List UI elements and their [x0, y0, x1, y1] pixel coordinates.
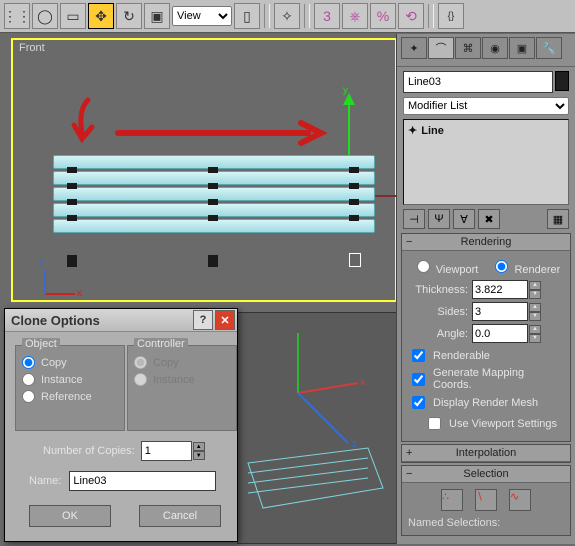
close-button[interactable]: ✕	[215, 310, 235, 330]
group-controller: Controller Copy Instance	[127, 345, 237, 431]
sides-input[interactable]	[472, 302, 528, 321]
annotation-arrow-right-icon	[113, 118, 328, 148]
tool-manip-icon[interactable]: ✧	[274, 3, 300, 29]
tab-utilities-icon[interactable]: 🔧	[536, 37, 562, 59]
radio-reference[interactable]: Reference	[22, 390, 118, 403]
gizmo-y-axis-icon[interactable]	[348, 95, 350, 160]
toolbar-separator	[264, 4, 270, 28]
chk-genmap[interactable]: Generate Mapping Coords.	[408, 367, 564, 391]
chk-useview[interactable]: Use Viewport Settings	[408, 414, 564, 433]
stack-expand-icon[interactable]: ✦	[408, 125, 417, 137]
axis-tripod-icon	[37, 268, 81, 300]
tool-rotate-icon[interactable]: ↻	[116, 3, 142, 29]
num-copies-input[interactable]	[141, 441, 192, 461]
sides-spinner[interactable]: ▲▼	[529, 303, 541, 321]
tab-modify-icon[interactable]: ⌒	[428, 37, 454, 59]
angle-snap-icon[interactable]: ⎈	[342, 3, 368, 29]
rollout-rendering-header[interactable]: −Rendering	[402, 234, 570, 251]
object-color-swatch[interactable]	[555, 71, 569, 91]
stack-item-line[interactable]: Line	[421, 125, 444, 137]
tab-motion-icon[interactable]: ◉	[482, 37, 508, 59]
name-label: Name:	[29, 475, 61, 487]
axis-z-label: z	[39, 258, 44, 269]
modifier-list-dropdown[interactable]: Modifier List	[403, 97, 569, 115]
sides-label: Sides:	[408, 306, 468, 318]
main-toolbar: ⋮⋮ ◯ ▭ ✥ ↻ ▣ View ▯ ✧ 3 ⎈ % ⟲ {}	[0, 0, 575, 33]
angle-spinner[interactable]: ▲▼	[529, 325, 541, 343]
tab-display-icon[interactable]: ▣	[509, 37, 535, 59]
snap-toggle-icon[interactable]: 3	[314, 3, 340, 29]
configure-sets-icon[interactable]: ▦	[547, 209, 569, 229]
tool-rect-icon[interactable]: ▭	[60, 3, 86, 29]
group-object-label: Object	[22, 338, 60, 350]
rollout-selection: −Selection ∴ ∖ ∿ Named Selections:	[401, 465, 571, 536]
object-name-input[interactable]	[403, 71, 553, 93]
svg-text:z: z	[352, 439, 357, 450]
clone-name-input[interactable]	[69, 471, 216, 491]
tool-select-icon[interactable]: ◯	[32, 3, 58, 29]
radio-viewport[interactable]: Viewport	[412, 257, 479, 276]
rollout-interpolation: +Interpolation	[401, 444, 571, 463]
percent-snap-icon[interactable]: %	[370, 3, 396, 29]
show-end-icon[interactable]: Ψ	[428, 209, 450, 229]
num-copies-spinner[interactable]: ▲▼	[193, 442, 205, 460]
num-copies-label: Number of Copies:	[43, 445, 135, 457]
toolbar-separator	[428, 4, 434, 28]
thickness-input[interactable]	[472, 280, 528, 299]
ok-button[interactable]: OK	[29, 505, 111, 527]
svg-text:x: x	[360, 377, 365, 388]
sel-spline-icon[interactable]: ∿	[509, 489, 531, 511]
chk-renderable[interactable]: Renderable	[408, 346, 564, 365]
angle-input[interactable]	[472, 324, 528, 343]
radio-copy[interactable]: Copy	[22, 356, 118, 369]
angle-label: Angle:	[408, 328, 468, 340]
tab-hierarchy-icon[interactable]: ⌘	[455, 37, 481, 59]
stack-toolbar: ⊣ Ψ ∀ ✖ ▦	[403, 209, 569, 229]
tool-scale-icon[interactable]: ▣	[144, 3, 170, 29]
help-button[interactable]: ?	[193, 310, 213, 330]
tool-center-icon[interactable]: ▯	[234, 3, 260, 29]
command-panel-tabs: ✦ ⌒ ⌘ ◉ ▣ 🔧	[397, 34, 575, 67]
dialog-titlebar[interactable]: Clone Options ? ✕	[5, 309, 237, 332]
viewport-label: Front	[19, 42, 45, 54]
viewport-perspective[interactable]: x z	[237, 312, 397, 544]
tool-move-icon[interactable]: ✥	[88, 3, 114, 29]
axis-x-label: x	[77, 288, 82, 299]
cancel-button[interactable]: Cancel	[139, 505, 221, 527]
sel-vertex-icon[interactable]: ∴	[441, 489, 463, 511]
gizmo-y-label: y	[343, 85, 348, 96]
sel-segment-icon[interactable]: ∖	[475, 489, 497, 511]
radio-instance[interactable]: Instance	[22, 373, 118, 386]
tab-create-icon[interactable]: ✦	[401, 37, 427, 59]
pin-stack-icon[interactable]: ⊣	[403, 209, 425, 229]
group-controller-label: Controller	[134, 338, 188, 350]
radio-ctrl-instance: Instance	[134, 373, 230, 386]
remove-mod-icon[interactable]: ✖	[478, 209, 500, 229]
make-unique-icon[interactable]: ∀	[453, 209, 475, 229]
radio-renderer[interactable]: Renderer	[490, 257, 560, 276]
thickness-spinner[interactable]: ▲▼	[529, 281, 541, 299]
rollout-rendering: −Rendering Viewport Renderer Thickness: ▲…	[401, 233, 571, 442]
toolbar-separator	[304, 4, 310, 28]
scene-object-bench[interactable]	[53, 155, 373, 255]
thickness-label: Thickness:	[408, 284, 468, 296]
dialog-title: Clone Options	[11, 313, 100, 328]
clone-options-dialog: Clone Options ? ✕ Object Copy Instance R…	[4, 308, 238, 542]
tool-link-icon[interactable]: ⋮⋮	[4, 3, 30, 29]
radio-ctrl-copy: Copy	[134, 356, 230, 369]
command-panel: ✦ ⌒ ⌘ ◉ ▣ 🔧 Modifier List ✦ Line ⊣ Ψ ∀ ✖ …	[396, 34, 575, 544]
rollout-selection-header[interactable]: −Selection	[402, 466, 570, 483]
annotation-arrow-down-icon	[68, 95, 98, 145]
chk-display[interactable]: Display Render Mesh	[408, 393, 564, 412]
spinner-snap-icon[interactable]: ⟲	[398, 3, 424, 29]
viewport-front[interactable]: Front y x z	[11, 38, 397, 302]
modifier-stack[interactable]: ✦ Line	[403, 119, 569, 205]
named-selections-label: Named Selections:	[408, 517, 500, 529]
reference-coord-dropdown[interactable]: View	[172, 6, 232, 26]
group-object: Object Copy Instance Reference	[15, 345, 125, 431]
perspective-content-icon: x z	[238, 313, 396, 543]
named-sel-icon[interactable]: {}	[438, 3, 464, 29]
rollout-interpolation-header[interactable]: +Interpolation	[402, 445, 570, 462]
